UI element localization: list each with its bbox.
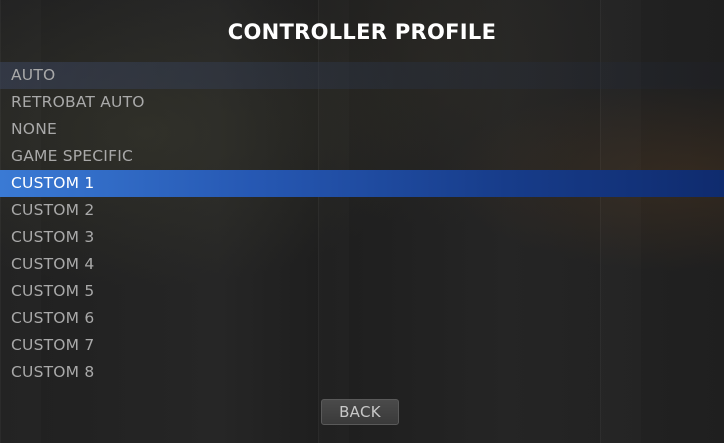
back-button[interactable]: BACK	[321, 399, 399, 425]
option-custom-4[interactable]: CUSTOM 4	[0, 251, 724, 278]
option-game-specific[interactable]: GAME SPECIFIC	[0, 143, 724, 170]
dialog-title: CONTROLLER PROFILE	[227, 20, 497, 44]
option-retrobat-auto[interactable]: RETROBAT AUTO	[0, 89, 724, 116]
controller-profile-screen: CONTROLLER PROFILE AUTO RETROBAT AUTO NO…	[0, 0, 724, 443]
option-custom-5[interactable]: CUSTOM 5	[0, 278, 724, 305]
option-custom-8[interactable]: CUSTOM 8	[0, 359, 724, 386]
option-custom-6[interactable]: CUSTOM 6	[0, 305, 724, 332]
option-none[interactable]: NONE	[0, 116, 724, 143]
option-custom-1[interactable]: CUSTOM 1	[0, 170, 724, 197]
option-custom-3[interactable]: CUSTOM 3	[0, 224, 724, 251]
profile-option-list: AUTO RETROBAT AUTO NONE GAME SPECIFIC CU…	[0, 62, 724, 386]
option-custom-7[interactable]: CUSTOM 7	[0, 332, 724, 359]
option-auto[interactable]: AUTO	[0, 62, 724, 89]
option-custom-2[interactable]: CUSTOM 2	[0, 197, 724, 224]
